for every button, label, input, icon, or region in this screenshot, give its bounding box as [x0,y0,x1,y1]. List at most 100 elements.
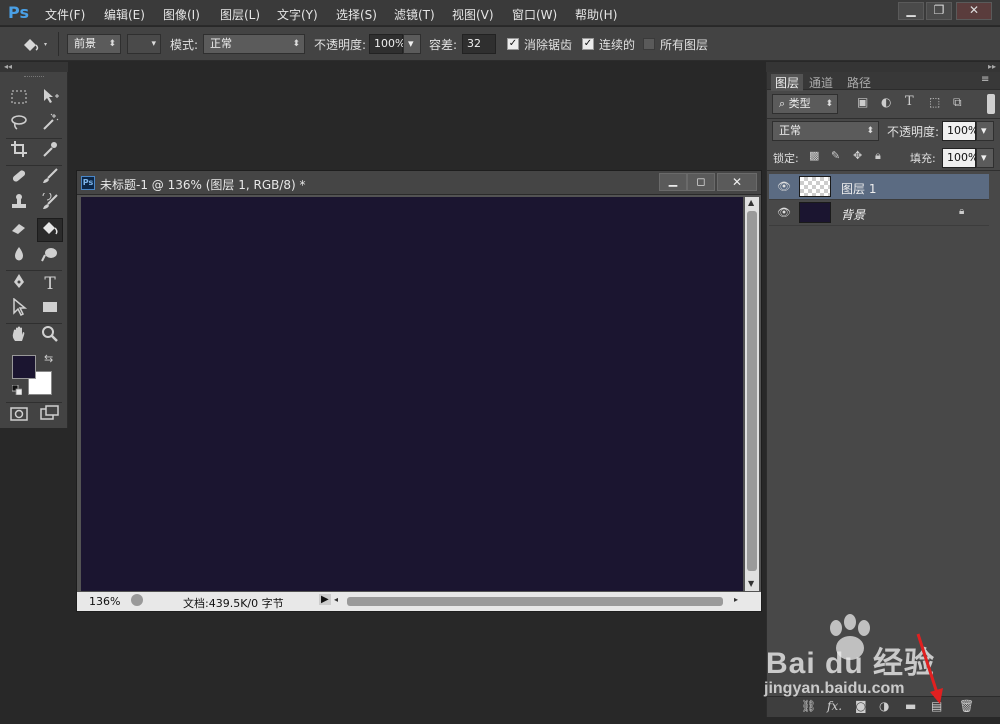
doc-minimize-button[interactable]: ▁ [659,173,687,191]
tolerance-label: 容差: [429,38,458,52]
tab-paths[interactable]: 路径 [847,74,871,91]
brush-tool[interactable] [37,167,63,191]
app-restore-button[interactable]: ❐ [926,2,952,20]
layer-row-background[interactable]: 👁︎ 背景 🔒︎ [769,200,989,226]
visibility-eye-icon[interactable]: 👁︎ [777,206,791,219]
opacity-input[interactable]: 100% [369,34,405,54]
tool-separator [6,138,62,139]
menu-type[interactable]: 文字(Y) [277,6,318,23]
quick-mask-button[interactable] [6,404,32,428]
visibility-eye-icon[interactable]: 👁︎ [777,180,791,193]
lock-transparent-pixels-icon[interactable]: ▩ [809,149,819,162]
default-colors-icon[interactable] [11,384,23,396]
foreground-color-swatch-front[interactable] [12,355,36,379]
type-tool[interactable]: T [37,272,63,296]
document-titlebar[interactable]: Ps 未标题-1 @ 136% (图层 1, RGB/8) * ▁ ◻ ✕ [77,171,761,195]
menu-view[interactable]: 视图(V) [452,6,494,23]
path-selection-tool[interactable] [6,297,32,322]
paint-bucket-tool[interactable] [37,218,63,242]
horizontal-scroll-thumb[interactable] [347,597,723,606]
scroll-left-icon[interactable]: ◂ [334,595,338,604]
contiguous-checkbox[interactable]: ✓ [582,38,594,50]
pen-tool[interactable] [6,272,32,296]
zoom-tool[interactable] [37,325,63,349]
paint-bucket-icon [24,39,47,51]
screen-mode-button[interactable] [37,404,63,428]
menu-file[interactable]: 文件(F) [45,6,85,23]
history-brush-tool[interactable] [37,191,63,217]
menu-help[interactable]: 帮助(H) [575,6,617,23]
opacity-slider-toggle[interactable]: ▾ [403,34,421,54]
doc-close-button[interactable]: ✕ [717,173,757,191]
layer-opacity-input[interactable]: 100% [942,121,978,141]
crop-tool[interactable] [6,140,32,164]
clone-stamp-tool[interactable] [6,193,32,217]
rectangle-tool[interactable] [37,298,63,322]
chevron-down-icon: ▾ [151,39,156,49]
panel-menu-icon[interactable]: ≡ [981,74,989,85]
tab-channels[interactable]: 通道 [809,74,833,91]
scroll-up-icon[interactable]: ▲ [748,198,754,207]
app-close-button[interactable]: ✕ [956,2,992,20]
tab-layers[interactable]: 图层 [771,74,804,91]
panels-collapse-bar[interactable]: ▸▸ [766,62,1000,72]
fill-input[interactable]: 100% [942,148,978,168]
zoom-level[interactable]: 136% [89,595,120,608]
lasso-tool[interactable] [6,113,32,137]
eraser-tool[interactable] [6,219,32,243]
bandage-icon [12,170,26,182]
filter-adjustment-icon[interactable]: ◐ [881,95,891,109]
canvas[interactable] [81,197,743,591]
ps-document-icon: Ps [81,176,95,190]
move-tool[interactable] [37,87,63,111]
menu-select[interactable]: 选择(S) [336,6,377,23]
layer-opacity-slider-toggle[interactable]: ▾ [976,121,994,141]
layer-name: 背景 [841,208,866,222]
vertical-scroll-thumb[interactable] [747,211,757,571]
menu-filter[interactable]: 滤镜(T) [394,6,435,23]
filter-type-icon[interactable]: T [905,94,914,109]
filter-pixel-icon[interactable]: ▣ [857,95,868,109]
tools-collapse-bar[interactable]: ◂◂ [0,62,68,72]
marquee-tool[interactable] [6,87,32,111]
tolerance-input[interactable]: 32 [462,34,496,54]
healing-brush-tool[interactable] [6,167,32,191]
chevron-down-icon: ▾ [408,37,414,50]
dodge-tool[interactable] [37,245,63,269]
dodge-icon [41,248,57,262]
doc-maximize-button[interactable]: ◻ [687,173,715,191]
menu-layer[interactable]: 图层(L) [220,6,260,23]
scroll-right-icon[interactable]: ▸ [734,595,738,604]
magic-wand-tool[interactable] [37,113,63,137]
blur-tool[interactable] [6,245,32,269]
blend-mode-select[interactable]: 正常 ⬍ [772,121,879,141]
eyedropper-tool[interactable] [37,140,63,164]
pattern-picker[interactable]: ▾ [127,34,161,54]
layer-row-layer1[interactable]: 👁︎ 图层 1 [769,174,989,200]
lock-image-pixels-icon[interactable]: ✎ [831,149,840,162]
scroll-down-icon[interactable]: ▼ [748,579,754,588]
vertical-scrollbar[interactable]: ▲ ▼ [745,197,759,591]
fill-source-select[interactable]: 前景 ⬍ [67,34,121,54]
menu-image[interactable]: 图像(I) [163,6,200,23]
status-menu-arrow-icon[interactable]: ▶ [319,594,331,605]
delete-layer-trash-icon[interactable]: 🗑︎ [959,699,974,713]
menu-window[interactable]: 窗口(W) [512,6,557,23]
magnifier-icon [42,326,58,342]
filter-shape-icon[interactable]: ⬚ [929,95,940,109]
fill-slider-toggle[interactable]: ▾ [976,148,994,168]
filter-toggle-switch[interactable] [987,94,995,114]
hand-tool[interactable] [6,325,32,349]
mode-select[interactable]: 正常 ⬍ [203,34,305,54]
paint-bucket-preset-picker[interactable] [20,34,50,54]
lock-position-icon[interactable]: ✥ [853,149,862,162]
export-status-icon[interactable] [131,594,143,606]
filter-smart-object-icon[interactable]: ⧉ [953,95,962,110]
menu-edit[interactable]: 编辑(E) [104,6,145,23]
app-minimize-button[interactable]: ▁ [898,2,924,20]
lock-all-icon[interactable]: 🔒︎ [875,149,881,163]
antialias-checkbox[interactable]: ✓ [507,38,519,50]
layer-filter-select[interactable]: ⌕ 类型 ⬍ [772,94,838,114]
all-layers-checkbox[interactable] [643,38,655,50]
swap-colors-icon[interactable]: ⇆ [44,352,53,365]
